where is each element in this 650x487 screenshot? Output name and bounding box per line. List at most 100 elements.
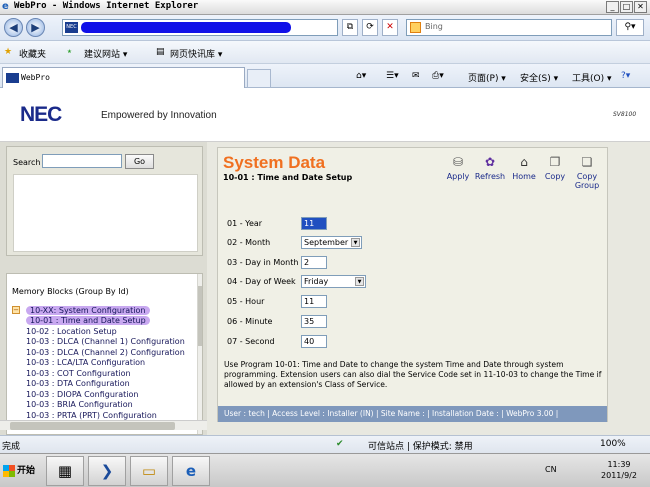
address-bar-row: ◀ ▶ NEC ⧉ ⟳ ✕ Bing ⚲▾ <box>0 15 650 41</box>
tree-item[interactable]: 10-03 : DTA Configuration <box>26 379 130 388</box>
dow-label: 04 - Day of Week <box>227 277 296 286</box>
home-icon[interactable]: ⌂▾ <box>356 71 366 81</box>
favorites-star-icon[interactable]: ★ <box>4 47 12 57</box>
refresh-button[interactable]: ✿ Refresh <box>474 155 506 181</box>
home-icon: ⌂ <box>520 155 528 169</box>
status-text: 完成 <box>2 442 21 452</box>
tab-title: WebPro <box>21 73 50 82</box>
brand-header: NEC Empowered by Innovation SV8100 <box>0 88 650 142</box>
memory-blocks-tree: Memory Blocks (Group By Id) − 10-XX: Sys… <box>6 273 203 435</box>
go-button[interactable]: Go <box>125 154 154 169</box>
close-button[interactable]: ✕ <box>634 1 647 13</box>
second-input[interactable]: 40 <box>301 335 327 348</box>
add-favorite-icon[interactable]: ⭑ <box>67 47 72 57</box>
tree-item[interactable]: 10-03 : LCA/LTA Configuration <box>26 358 145 367</box>
back-button[interactable]: ◀ <box>4 18 23 37</box>
web-slice-link[interactable]: 网页快讯库 ▾ <box>170 47 222 60</box>
scroll-thumb[interactable] <box>198 286 202 346</box>
server-manager-icon[interactable]: ▦ <box>46 456 84 486</box>
model-label: SV8100 <box>613 111 637 118</box>
maximize-button[interactable]: □ <box>620 1 633 13</box>
security-zone[interactable]: 可信站点 | 保护模式: 禁用 <box>368 439 473 452</box>
search-panel: Search Go <box>6 146 203 256</box>
compat-view-icon[interactable]: ⧉ <box>342 19 358 36</box>
apply-label: Apply <box>446 172 470 181</box>
minute-input[interactable]: 35 <box>301 315 327 328</box>
chevron-down-icon: ▼ <box>355 277 364 286</box>
copy-group-button[interactable]: ❏ Copy Group <box>572 155 602 190</box>
copy-button[interactable]: ❐ Copy <box>543 155 567 181</box>
program-description: Use Program 10-01: Time and Date to chan… <box>224 360 602 389</box>
tree-item[interactable]: 10-02 : Location Setup <box>26 327 117 336</box>
scroll-thumb[interactable] <box>10 422 175 430</box>
safety-menu[interactable]: 安全(S) ▾ <box>520 71 558 84</box>
tree-item[interactable]: 10-03 : PRTA (PRT) Configuration <box>26 411 157 420</box>
zoom-level[interactable]: 100% <box>600 439 626 449</box>
search-icon[interactable]: ⚲▾ <box>616 19 644 36</box>
tree-item[interactable]: 10-03 : BRIA Configuration <box>26 400 133 409</box>
address-input[interactable]: NEC <box>62 19 338 36</box>
tree-item[interactable]: 10-03 : DLCA (Channel 2) Configuration <box>26 348 185 357</box>
nec-logo: NEC <box>20 103 62 126</box>
tree-vertical-scrollbar[interactable] <box>197 274 202 434</box>
home-label: Home <box>512 172 536 181</box>
month-label: 02 - Month <box>227 238 271 247</box>
month-select[interactable]: September ▼ <box>301 236 362 249</box>
tree-item[interactable]: 10-03 : DIOPA Configuration <box>26 390 138 399</box>
copy-icon: ❐ <box>549 155 561 169</box>
program-search-input[interactable] <box>42 154 122 168</box>
forward-button[interactable]: ▶ <box>26 18 45 37</box>
language-indicator[interactable]: CN <box>545 465 557 474</box>
help-icon[interactable]: ?▾ <box>621 71 630 81</box>
month-value: September <box>304 238 349 247</box>
tree-item[interactable]: 10-03 : COT Configuration <box>26 369 131 378</box>
stop-icon[interactable]: ✕ <box>382 19 398 36</box>
page-subtitle: 10-01 : Time and Date Setup <box>223 173 353 182</box>
mail-icon[interactable]: ✉ <box>412 71 420 81</box>
internet-explorer-icon[interactable]: e <box>172 456 210 486</box>
copy-group-icon: ❏ <box>581 155 593 169</box>
brand-tagline: Empowered by Innovation <box>101 110 217 121</box>
web-slice-icon: ▤ <box>156 47 165 57</box>
start-button[interactable]: 开始 <box>2 459 40 483</box>
minimize-button[interactable]: _ <box>606 1 619 13</box>
system-clock[interactable]: 11:39 2011/9/2 <box>590 459 648 481</box>
collapse-toggle-icon[interactable]: − <box>12 306 20 314</box>
print-icon[interactable]: ⎙▾ <box>432 71 444 81</box>
favorites-button[interactable]: 收藏夹 <box>19 47 46 60</box>
second-label: 07 - Second <box>227 337 275 346</box>
refresh-label: Refresh <box>474 172 506 181</box>
copy-group-label: Copy Group <box>574 172 600 190</box>
url-redacted <box>81 22 291 33</box>
horizontal-scrollbar[interactable] <box>0 420 207 430</box>
start-label: 开始 <box>17 466 36 476</box>
tools-menu[interactable]: 工具(O) ▾ <box>572 71 612 84</box>
hour-input[interactable]: 11 <box>301 295 327 308</box>
tab-favicon-icon <box>6 73 19 83</box>
new-tab-button[interactable] <box>247 69 271 88</box>
left-panel: Search Go Memory Blocks (Group By Id) − … <box>0 142 207 435</box>
window-title: WebPro - Windows Internet Explorer <box>14 1 199 11</box>
search-placeholder: Bing <box>425 22 443 31</box>
year-input[interactable]: 11 <box>301 217 327 230</box>
site-favicon-icon: NEC <box>65 22 78 33</box>
explorer-folder-icon[interactable]: ▭ <box>130 456 168 486</box>
dow-select[interactable]: Friday ▼ <box>301 275 366 288</box>
bing-search-input[interactable]: Bing <box>406 19 612 36</box>
tree-item-system-configuration[interactable]: 10-XX: System Configuration <box>26 306 150 315</box>
taskbar: 开始 ▦ ❯ ▭ e CN 11:39 2011/9/2 <box>0 453 650 487</box>
tree-item[interactable]: 10-03 : DLCA (Channel 1) Configuration <box>26 337 185 346</box>
page-menu[interactable]: 页面(P) ▾ <box>468 71 506 84</box>
tree-item-time-date-setup[interactable]: 10-01 : Time and Date Setup <box>26 316 150 325</box>
powershell-icon[interactable]: ❯ <box>88 456 126 486</box>
tab-webpro[interactable]: WebPro <box>2 67 245 88</box>
tab-bar: WebPro ⌂▾ ☰▾ ✉ ⎙▾ 页面(P) ▾ 安全(S) ▾ 工具(O) … <box>0 64 650 88</box>
refresh-icon: ✿ <box>484 155 496 169</box>
refresh-icon[interactable]: ⟳ <box>362 19 378 36</box>
home-button[interactable]: ⌂ Home <box>511 155 537 181</box>
feeds-icon[interactable]: ☰▾ <box>386 71 399 81</box>
suggested-sites-link[interactable]: 建议网站 ▾ <box>84 47 127 60</box>
day-input[interactable]: 2 <box>301 256 327 269</box>
year-label: 01 - Year <box>227 219 263 228</box>
apply-button[interactable]: ⛁ Apply <box>446 155 470 181</box>
